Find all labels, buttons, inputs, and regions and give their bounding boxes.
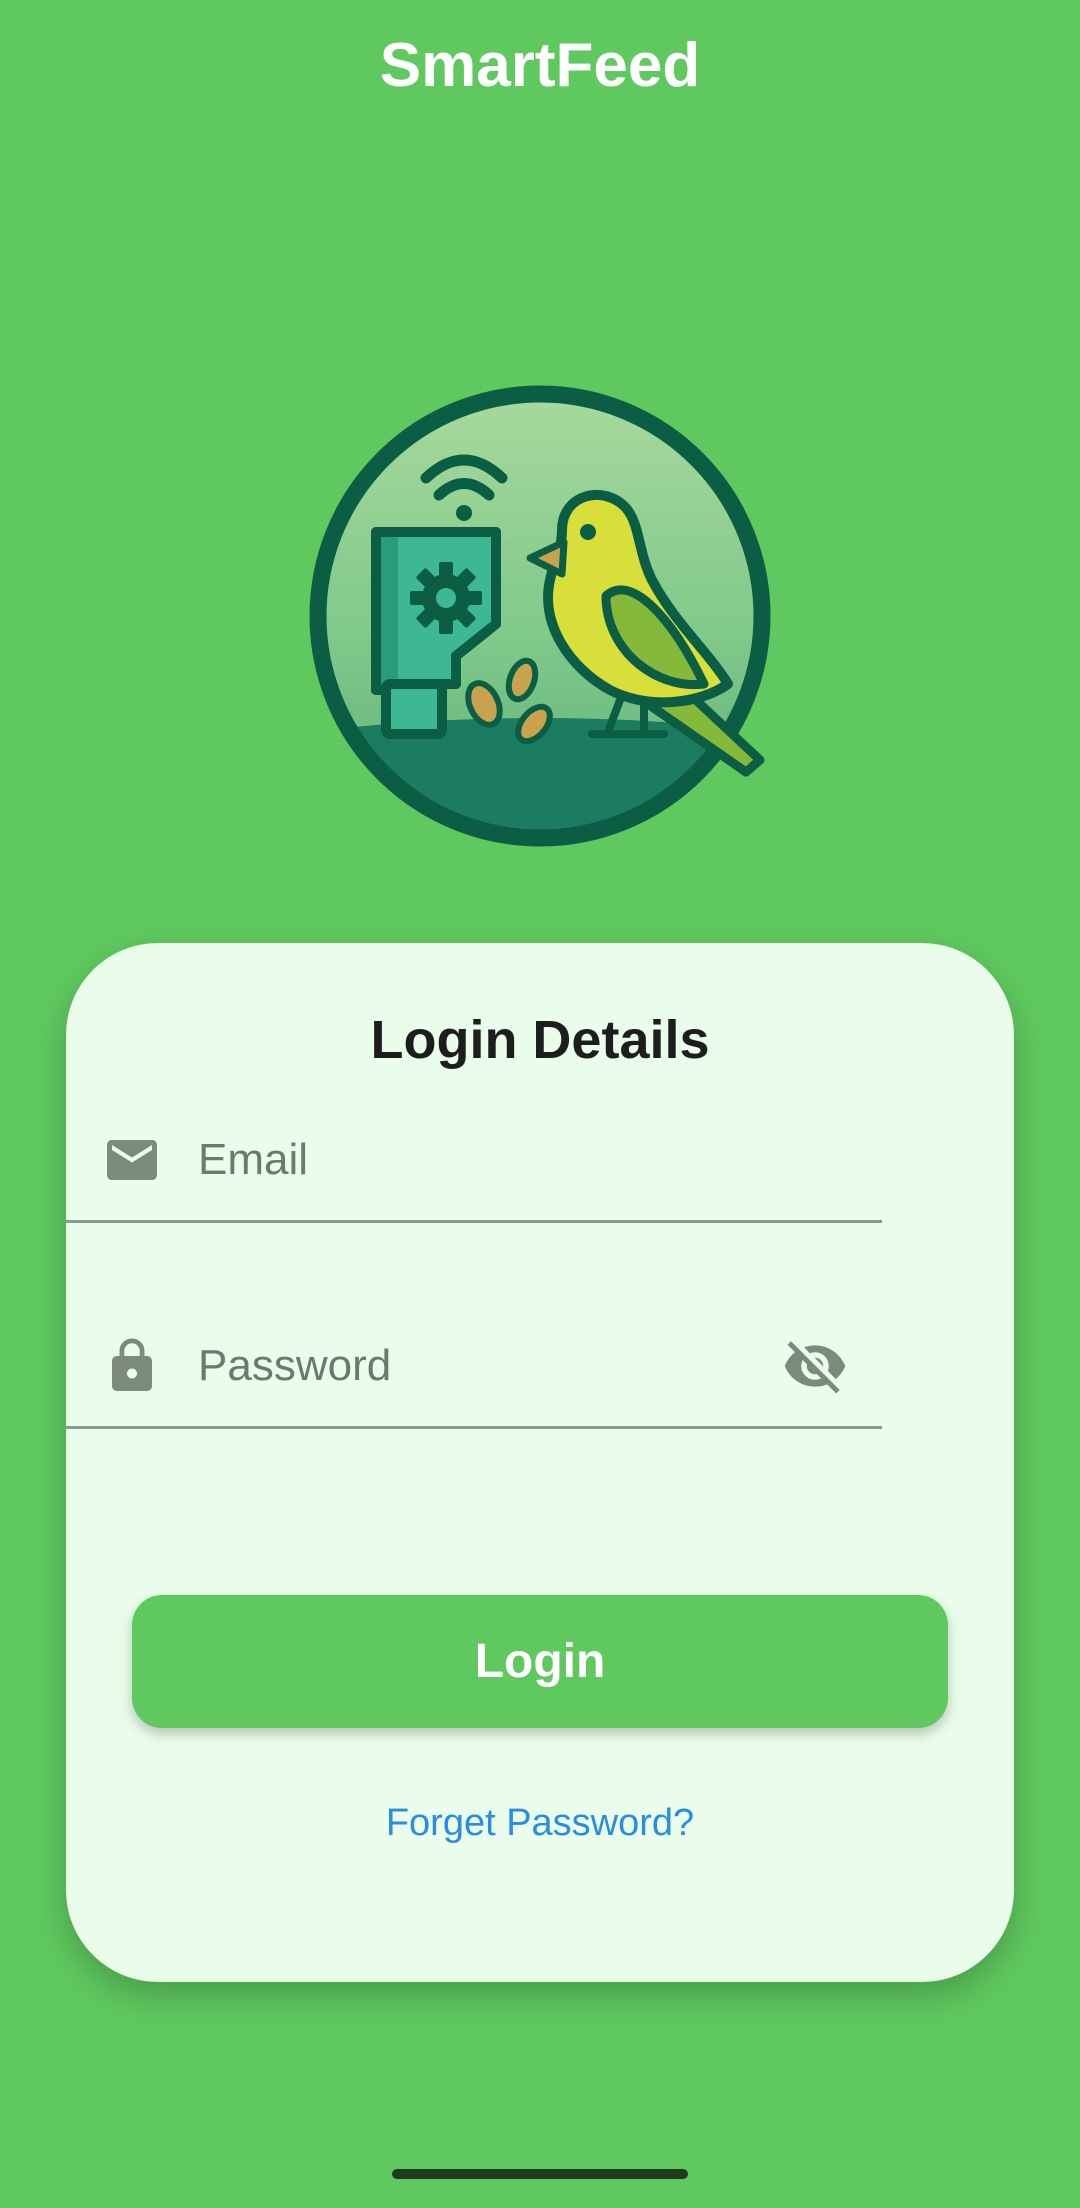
- app-title: SmartFeed: [379, 31, 701, 100]
- forgot-password-link[interactable]: Forget Password?: [0, 1802, 1080, 1845]
- email-icon: [107, 1140, 157, 1180]
- email-field[interactable]: [66, 1100, 882, 1223]
- bird-feeder-logo-icon: [309, 385, 771, 847]
- password-field[interactable]: [66, 1306, 882, 1429]
- password-input[interactable]: [198, 1306, 758, 1426]
- lock-icon: [112, 1338, 152, 1391]
- home-indicator[interactable]: [392, 2169, 688, 2179]
- visibility-off-icon[interactable]: [782, 1333, 848, 1399]
- email-input[interactable]: [198, 1100, 758, 1220]
- login-button[interactable]: Login: [132, 1595, 948, 1728]
- login-details-title: Login Details: [370, 1010, 710, 1070]
